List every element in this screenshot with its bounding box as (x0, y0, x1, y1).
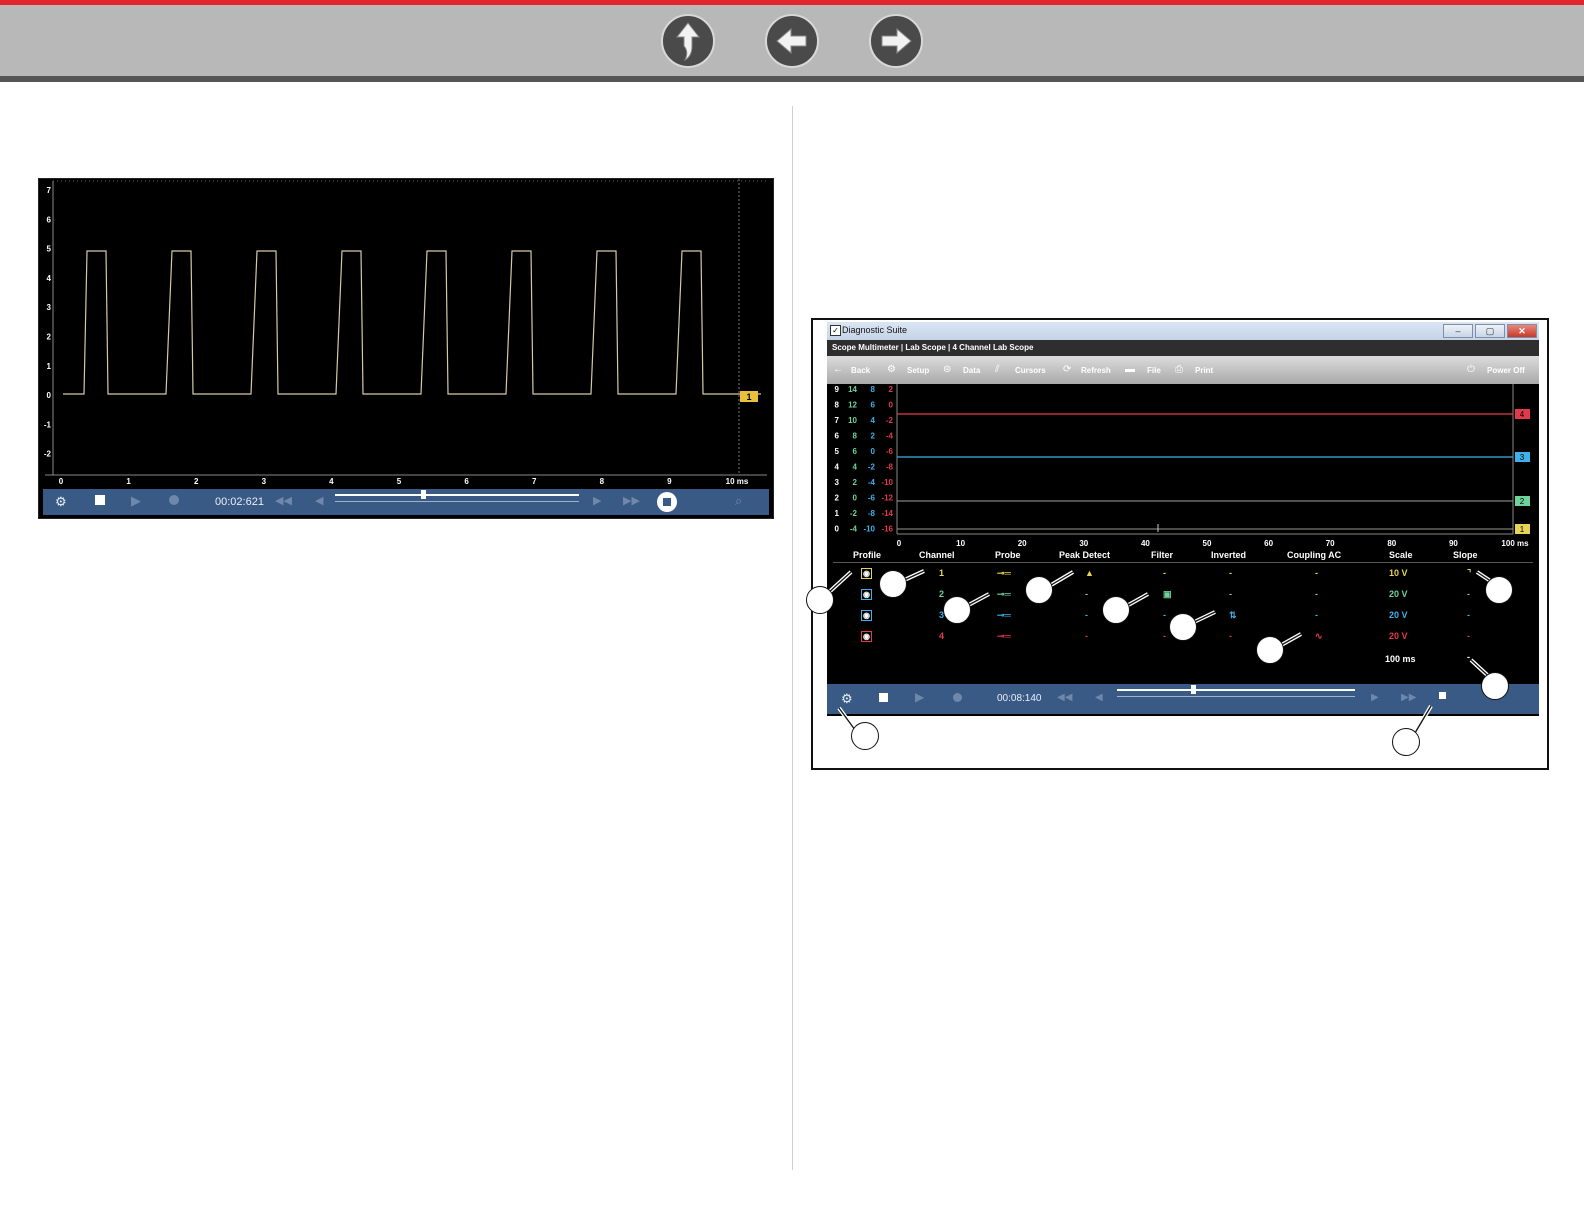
four-channel-scope-figure: ✓ Diagnostic Suite – ▢ ✕ Scope Multimete… (806, 318, 1549, 770)
zoom-fit-icon[interactable] (657, 492, 677, 512)
right-arrow-icon (881, 27, 912, 55)
callout-circle (943, 596, 971, 624)
y-tick-label: 1 (47, 362, 52, 371)
up-arrow-icon (675, 22, 701, 62)
y-tick-label: -2 (44, 450, 52, 459)
waveform-plot: 7 6 5 4 3 2 1 0 -1 -2 0 1 2 3 4 5 6 7 8 9 10 ms 1 (44, 179, 767, 486)
left-arrow-icon (776, 27, 807, 55)
y-tick-label: 3 (47, 303, 52, 312)
column-divider (792, 106, 793, 1170)
channel-1-marker-label: 1 (746, 392, 751, 402)
x-tick-label: 9 (667, 477, 672, 486)
playback-slider-track[interactable] (335, 494, 579, 496)
y-tick-label: 0 (47, 391, 52, 400)
y-tick-label: -1 (44, 420, 52, 429)
x-tick-label: 2 (194, 477, 199, 486)
callout-circle (851, 722, 879, 750)
settings-icon[interactable]: ⚙ (55, 494, 67, 510)
y-tick-label: 7 (47, 186, 52, 195)
y-tick-label: 4 (47, 274, 52, 283)
callout-circle (1256, 636, 1284, 664)
x-tick-label: 4 (329, 477, 334, 486)
playback-timer: 00:02:621 (215, 496, 264, 508)
x-tick-label: 5 (397, 477, 402, 486)
single-channel-scope-screen: 7 6 5 4 3 2 1 0 -1 -2 0 1 2 3 4 5 6 7 8 9 10 ms 1 ⚙ ▶ 00:02… (38, 178, 774, 519)
back-button[interactable] (765, 14, 819, 68)
y-axis-ticks: 7 6 5 4 3 2 1 0 -1 -2 (44, 186, 52, 459)
stop-icon[interactable] (95, 495, 105, 505)
x-axis-ticks: 0 1 2 3 4 5 6 7 8 9 10 ms (59, 477, 749, 486)
x-tick-label: 7 (532, 477, 537, 486)
callout-circle (1025, 576, 1053, 604)
y-tick-label: 6 (47, 215, 52, 224)
nav-bar-bottom-border (0, 76, 1584, 82)
y-tick-label: 5 (47, 245, 52, 254)
channel-1-waveform (63, 250, 761, 395)
fast-forward-icon[interactable]: ▶▶ (623, 494, 640, 507)
playback-slider-handle[interactable] (421, 490, 426, 499)
callout-circle (1485, 576, 1513, 604)
top-accent-line (0, 0, 1584, 5)
y-tick-label: 2 (47, 333, 52, 342)
step-forward-icon[interactable]: ▶ (593, 494, 601, 507)
x-tick-label: 10 ms (726, 477, 749, 486)
callout-circle (806, 586, 834, 614)
x-tick-label: 8 (600, 477, 605, 486)
callout-circle (1169, 613, 1197, 641)
callout-leaders (825, 569, 1503, 740)
search-icon[interactable]: ⌕ (735, 493, 742, 509)
x-tick-label: 0 (59, 477, 64, 486)
callout-circle (879, 570, 907, 598)
callout-circle (1102, 596, 1130, 624)
play-icon[interactable]: ▶ (131, 493, 141, 509)
callout-circle (1392, 728, 1420, 756)
playback-buffer-line (335, 501, 579, 502)
x-tick-label: 3 (262, 477, 267, 486)
up-button[interactable] (661, 14, 715, 68)
top-nav-bar (0, 0, 1584, 82)
rewind-icon[interactable]: ◀◀ (275, 494, 292, 507)
record-icon[interactable] (169, 495, 179, 505)
playback-toolbar: ⚙ ▶ 00:02:621 ◀◀ ◀ ▶ ▶▶ ⌕ (43, 489, 769, 515)
x-tick-label: 1 (126, 477, 131, 486)
callout-circle (1481, 672, 1509, 700)
x-tick-label: 6 (464, 477, 469, 486)
step-back-icon[interactable]: ◀ (315, 494, 323, 507)
forward-button[interactable] (869, 14, 923, 68)
